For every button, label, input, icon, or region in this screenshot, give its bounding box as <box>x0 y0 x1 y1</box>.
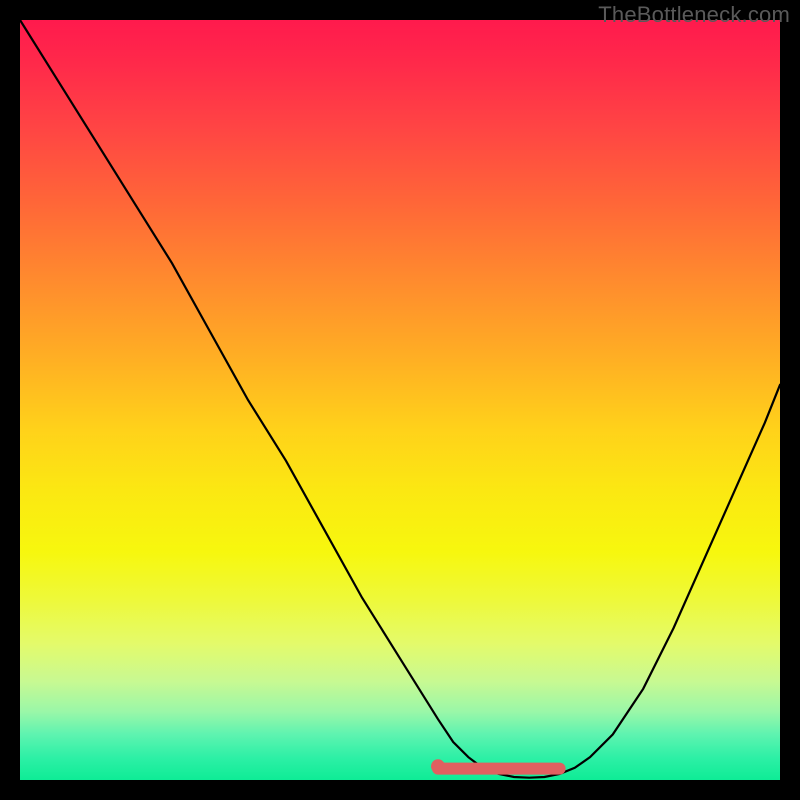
bottleneck-curve <box>20 20 780 778</box>
optimal-range-start-dot <box>431 759 445 773</box>
chart-svg-layer <box>20 20 780 780</box>
watermark-text: TheBottleneck.com <box>598 2 790 28</box>
chart-frame: TheBottleneck.com <box>0 0 800 800</box>
